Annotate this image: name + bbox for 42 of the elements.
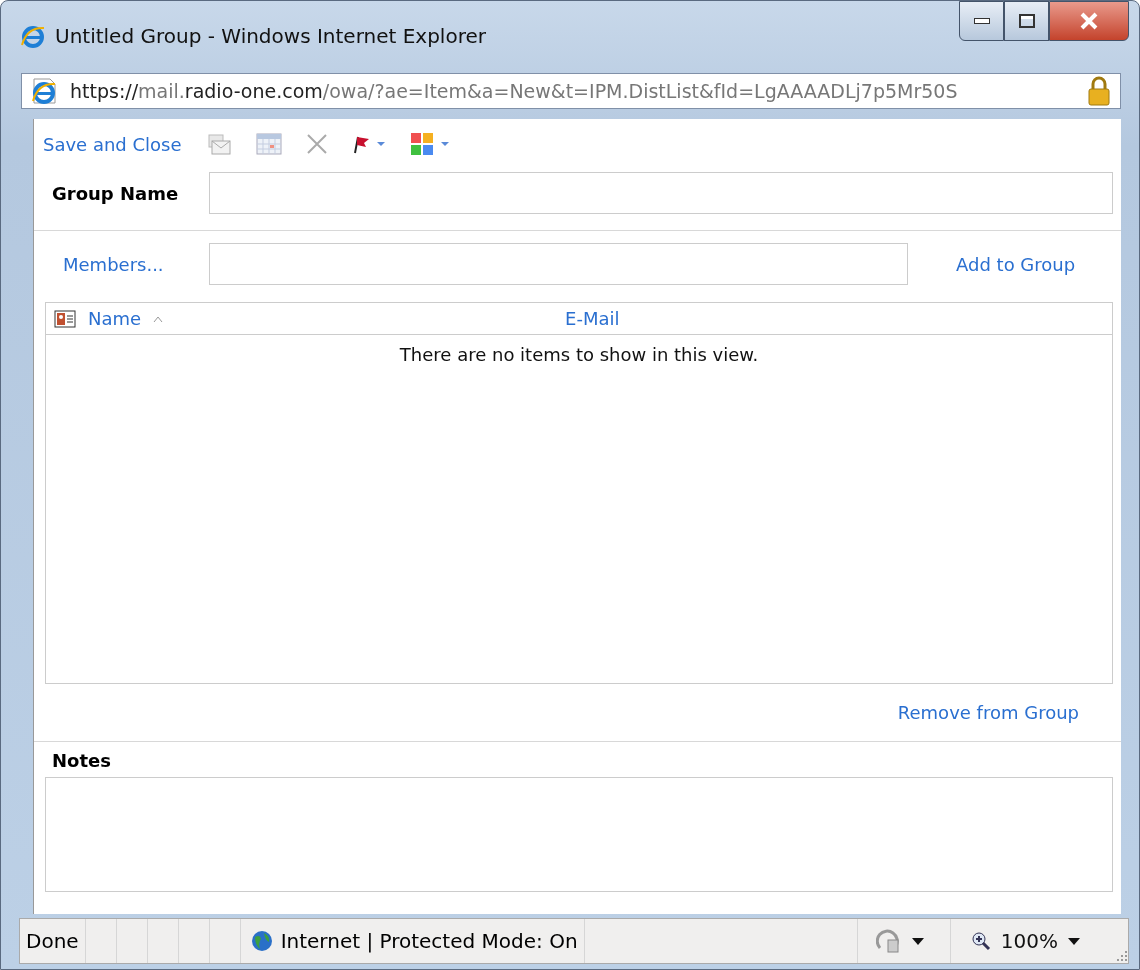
url-text: https://mail.radio-one.com/owa/?ae=Item&a=New&t=IPM.DistList&fId=LgAAAADLj7p5Mr50S	[70, 80, 959, 102]
security-zone-text: Internet | Protected Mode: On	[280, 929, 578, 953]
add-to-group-link[interactable]: Add to Group	[956, 253, 1076, 275]
sort-ascending-icon	[153, 314, 164, 323]
notes-field[interactable]	[45, 777, 1113, 892]
save-and-close-button[interactable]: Save and Close	[43, 133, 182, 155]
status-text: Done	[26, 929, 79, 953]
delete-icon[interactable]	[305, 133, 328, 155]
close-button[interactable]	[1049, 1, 1129, 41]
globe-icon	[250, 930, 273, 952]
notes-label: Notes	[51, 750, 112, 771]
broken-page-icon	[875, 928, 902, 954]
zoom-button[interactable]: 100%	[964, 929, 1100, 953]
column-header[interactable]: Name	[88, 308, 142, 329]
address-bar[interactable]: https://mail.radio-one.com/owa/?ae=Item&a=New&t=IPM.DistList&fId=LgAAAADLj7p5Mr50S	[21, 73, 1121, 109]
caret-icon	[911, 937, 924, 945]
caret-icon[interactable]	[375, 141, 386, 147]
contact-card-icon	[54, 309, 76, 328]
calendar-icon	[255, 132, 282, 156]
column-header[interactable]: E-Mail	[565, 308, 620, 329]
members-field[interactable]	[209, 243, 908, 285]
remove-from-group-link[interactable]: Remove from Group	[897, 702, 1079, 723]
padlock-icon	[1086, 75, 1112, 107]
resize-grip-icon	[1114, 949, 1128, 963]
maximize-button[interactable]	[1004, 1, 1049, 41]
members-link[interactable]: Members...	[34, 253, 209, 275]
envelope-icon	[205, 131, 232, 157]
zoom-icon	[970, 931, 991, 951]
caret-icon	[1068, 937, 1080, 945]
close-icon	[1079, 12, 1099, 30]
category-grid-icon[interactable]	[409, 132, 434, 156]
empty-list-message: There are no items to show in this view.	[398, 344, 760, 365]
window-title: Untitled Group - Windows Internet Explorer	[55, 24, 487, 48]
browser-logo-icon	[21, 25, 45, 49]
caret-icon[interactable]	[439, 141, 450, 147]
maximize-icon	[1017, 13, 1036, 29]
minimize-icon	[973, 18, 990, 24]
minimize-button[interactable]	[959, 1, 1004, 41]
field-label: Group Name	[51, 182, 180, 204]
flag-icon[interactable]	[351, 134, 370, 154]
group-name-field[interactable]	[209, 172, 1113, 214]
browser-page-icon	[30, 77, 58, 105]
